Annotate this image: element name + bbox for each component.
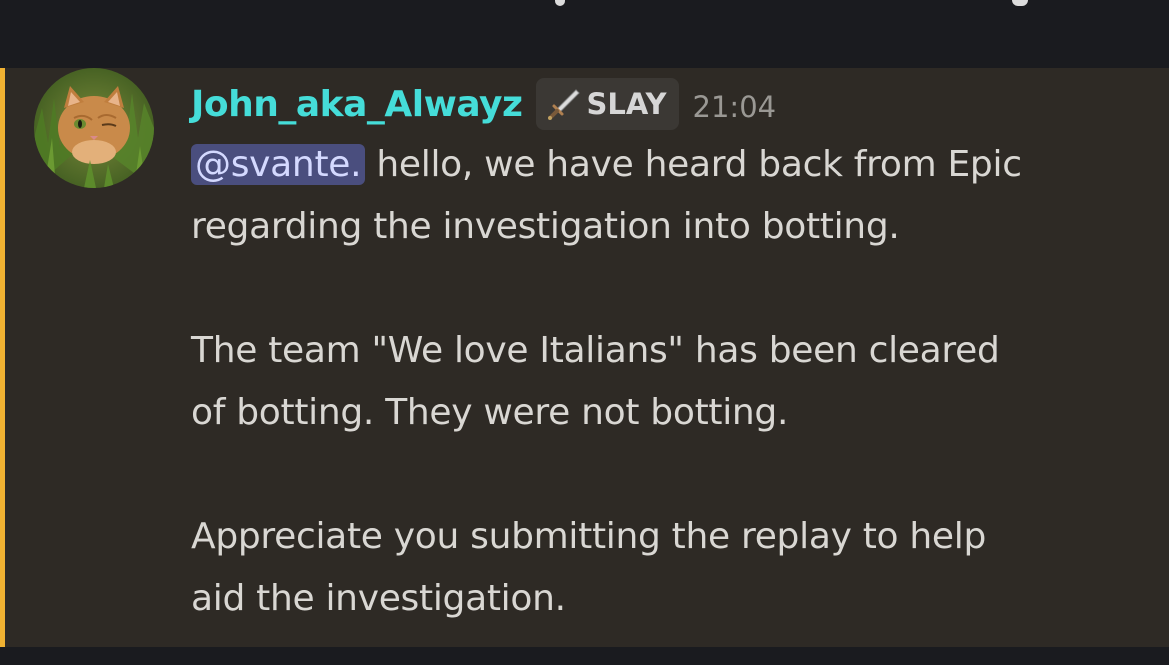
paragraph-2-line-2: of botting. They were not botting. xyxy=(191,392,789,433)
paragraph-1-line-2: regarding the investigation into botting… xyxy=(191,206,900,247)
message-content: @svante. hello, we have heard back from … xyxy=(191,134,1141,630)
user-mention[interactable]: @svante. xyxy=(191,144,366,185)
paragraph-1-line-1: @svante. hello, we have heard back from … xyxy=(191,134,1141,196)
timestamp[interactable]: 21:04 xyxy=(693,84,777,124)
clipped-text-fragments xyxy=(0,0,1169,10)
paragraph-1-line-1-text: hello, we have heard back from Epic xyxy=(365,144,1022,185)
avatar[interactable] xyxy=(34,68,154,188)
role-badge[interactable]: SLAY xyxy=(536,78,679,130)
sword-icon xyxy=(548,89,581,120)
paragraph-2-line-1: The team "We love Italians" has been cle… xyxy=(191,330,1000,371)
role-label: SLAY xyxy=(586,87,667,121)
mention-highlight-bar xyxy=(0,68,5,647)
username[interactable]: John_aka_Alwayz xyxy=(191,84,523,125)
next-message-divider xyxy=(0,647,1169,665)
chat-message[interactable]: John_aka_Alwayz SLAY 21:04 @svante. hell… xyxy=(0,68,1169,647)
previous-message-clipped xyxy=(0,0,1169,68)
paragraph-3-line-2: aid the investigation. xyxy=(191,578,566,619)
message-header: John_aka_Alwayz SLAY 21:04 xyxy=(191,78,776,130)
cat-avatar-icon xyxy=(34,68,154,188)
paragraph-3-line-1: Appreciate you submitting the replay to … xyxy=(191,516,987,557)
